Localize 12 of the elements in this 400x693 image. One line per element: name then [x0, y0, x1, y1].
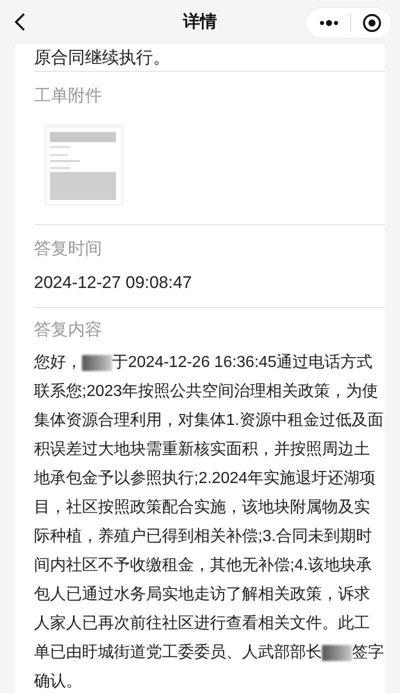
section-label: 工单附件 — [34, 85, 103, 107]
reply-content-text: 您好， 于2024-12-26 16:36:45通过电话方式联系您;2023年按照公共空间治理相关政策，为使集体资源合理利用，对集体1.资源中租金过低及面积误差过大地块需重新核实面积，并按照周边土地承包金予以参照执行;2.2024年实施退圩还湖项目，社区按照政策配合实施，该地块附属物及实际种植，养殖户已得到相关补偿;3.合同未到期时间内社区不予收缴租金，其他无补偿;4.该地块承包人已通过水务局实地走访了解相关政策，诉求人家人已再次前往社区进行查看相关文件。此工单已由盱城街道党工委委员、人武部部长 签字确认。 — [34, 352, 384, 692]
back-icon[interactable] — [14, 12, 26, 32]
content-text: 原合同继续执行。 — [34, 47, 171, 69]
page-title: 详情 — [183, 11, 217, 34]
redaction-mark — [322, 644, 352, 661]
section-label: 答复内容 — [34, 319, 103, 341]
section-label: 答复时间 — [34, 238, 103, 260]
reply-time-value: 2024-12-27 09:08:47 — [34, 272, 193, 294]
redaction-mark — [82, 354, 112, 371]
more-icon[interactable] — [319, 20, 339, 26]
close-icon[interactable] — [362, 13, 382, 33]
